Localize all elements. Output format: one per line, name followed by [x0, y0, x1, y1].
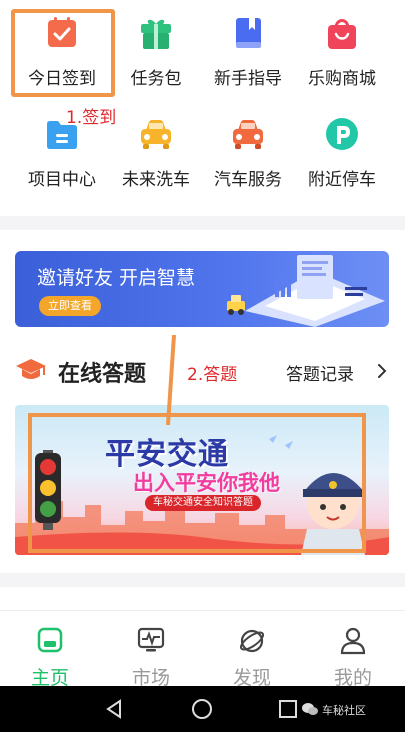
- chevron-right-icon[interactable]: [376, 363, 388, 379]
- home-circle-icon[interactable]: [191, 698, 213, 720]
- back-icon[interactable]: [104, 698, 126, 720]
- invite-banner[interactable]: 邀请好友 开启智慧 立即查看: [15, 251, 389, 327]
- invite-banner-title: 邀请好友 开启智慧: [37, 267, 196, 289]
- grid-item-label: 未来洗车: [122, 170, 190, 190]
- grid-item-label: 任务包: [130, 69, 182, 89]
- grid-item-label: 汽车服务: [214, 170, 282, 190]
- section-divider: [0, 216, 405, 230]
- nav-home[interactable]: 主页: [0, 611, 100, 689]
- parking-icon: [326, 118, 358, 150]
- wechat-icon: [302, 703, 318, 715]
- car-service-icon: [233, 120, 263, 149]
- nav-market[interactable]: 市场: [101, 611, 201, 689]
- banner-illustration: [227, 255, 385, 327]
- user-profile-icon: [340, 627, 366, 655]
- car-wash-icon: [141, 120, 171, 149]
- bottom-nav: 主页 市场 发现 我的: [0, 610, 405, 689]
- feature-grid: 今日签到 任务包 新手指导 乐购商城 项目中心 未来洗车 汽车服务 附近停车 1…: [0, 0, 405, 215]
- step2-annotation: 2.答题: [187, 365, 238, 385]
- nav-profile[interactable]: 我的: [303, 611, 403, 689]
- nav-discover[interactable]: 发现: [202, 611, 302, 689]
- grid-item-label: 附近停车: [308, 170, 376, 190]
- online-quiz-header: 在线答题 2.答题 答题记录: [0, 345, 405, 395]
- home-icon: [37, 627, 63, 653]
- gift-icon: [141, 19, 171, 49]
- graduation-cap-icon: [16, 359, 46, 379]
- quiz-record-link[interactable]: 答题记录: [286, 360, 354, 385]
- grid-item-label: 乐购商城: [308, 69, 376, 89]
- section-divider: [0, 573, 405, 587]
- planet-discover-icon: [239, 629, 265, 653]
- watermark-text: 车秘社区: [322, 704, 366, 717]
- system-nav-bar: 车秘社区: [0, 686, 405, 732]
- shopping-bag-icon: [328, 19, 356, 49]
- market-chart-icon: [137, 627, 165, 652]
- bookmark-book-icon: [236, 18, 261, 48]
- grid-item-label: 项目中心: [28, 170, 96, 190]
- quiz-highlight-box: [28, 413, 366, 553]
- view-now-button[interactable]: 立即查看: [39, 296, 101, 316]
- grid-item-label: 新手指导: [214, 69, 282, 89]
- annotation-arrow-line: [166, 335, 176, 425]
- checkin-highlight-box: [11, 9, 115, 97]
- recents-icon[interactable]: [277, 698, 299, 720]
- section-title: 在线答题: [58, 362, 147, 387]
- step1-annotation: 1.签到: [66, 108, 117, 128]
